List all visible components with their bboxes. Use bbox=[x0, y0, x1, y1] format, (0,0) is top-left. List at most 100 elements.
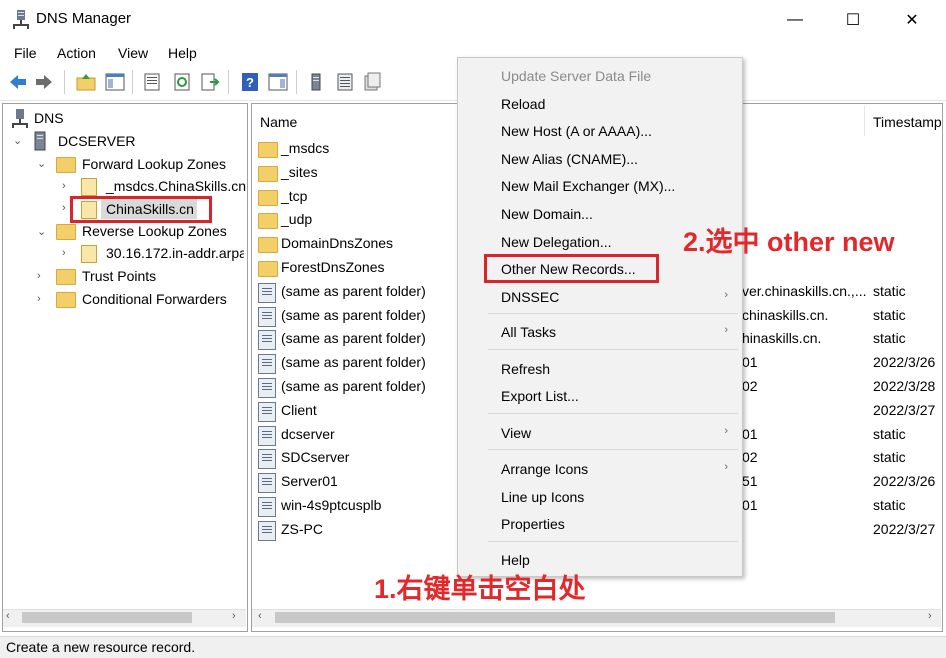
list-item-name[interactable]: (same as parent folder) bbox=[281, 330, 426, 346]
menu-new-alias[interactable]: New Alias (CNAME)... bbox=[501, 151, 638, 167]
tree-item-dcserver[interactable]: DCSERVER bbox=[58, 133, 136, 149]
list-item-name[interactable]: Server01 bbox=[281, 473, 338, 489]
server-icon bbox=[34, 131, 46, 151]
list-item-name[interactable]: DomainDnsZones bbox=[281, 235, 393, 251]
maximize-button[interactable]: ☐ bbox=[824, 0, 882, 40]
export-list-icon[interactable] bbox=[200, 72, 220, 92]
list-item-name[interactable]: ZS-PC bbox=[281, 521, 323, 537]
column-header-timestamp[interactable]: Timestamp bbox=[873, 114, 941, 130]
menu-all-tasks[interactable]: All Tasks bbox=[501, 324, 556, 340]
list-item-data: hinaskills.cn. bbox=[742, 330, 822, 346]
menu-new-mail-exchanger[interactable]: New Mail Exchanger (MX)... bbox=[501, 178, 675, 194]
tree-item-reverse-lookup-zones[interactable]: Reverse Lookup Zones bbox=[82, 223, 227, 239]
list-item-name[interactable]: (same as parent folder) bbox=[281, 354, 426, 370]
scroll-left-icon[interactable]: ‹ bbox=[258, 610, 262, 622]
list-item-name[interactable]: _msdcs bbox=[281, 140, 329, 156]
menu-help[interactable]: Help bbox=[501, 552, 530, 568]
list-item-name[interactable]: win-4s9ptcusplb bbox=[281, 497, 381, 513]
scroll-right-icon[interactable]: › bbox=[928, 610, 932, 622]
list-item-timestamp: 2022/3/27 bbox=[873, 402, 936, 418]
list-item-name[interactable]: (same as parent folder) bbox=[281, 378, 426, 394]
action-pane-icon[interactable] bbox=[268, 72, 288, 92]
up-folder-icon[interactable] bbox=[76, 72, 96, 92]
chevron-right-icon[interactable]: › bbox=[62, 202, 66, 214]
list-item-data: 01 bbox=[742, 354, 758, 370]
toolbar-separator bbox=[64, 70, 65, 94]
chevron-right-icon[interactable]: › bbox=[37, 293, 41, 305]
list-item-name[interactable]: dcserver bbox=[281, 426, 335, 442]
list-item-name[interactable]: _sites bbox=[281, 164, 318, 180]
folder-icon bbox=[56, 292, 76, 308]
scrollbar-thumb[interactable] bbox=[22, 612, 192, 623]
menu-export-list[interactable]: Export List... bbox=[501, 388, 579, 404]
menu-reload[interactable]: Reload bbox=[501, 96, 545, 112]
properties-sheet-icon[interactable] bbox=[142, 72, 162, 92]
folder-icon bbox=[56, 269, 76, 285]
scroll-left-icon[interactable]: ‹ bbox=[6, 610, 10, 622]
list-item-name[interactable]: (same as parent folder) bbox=[281, 283, 426, 299]
menu-properties[interactable]: Properties bbox=[501, 516, 565, 532]
help-icon[interactable]: ? bbox=[240, 72, 260, 92]
menu-view[interactable]: View bbox=[118, 45, 148, 61]
dns-root-icon bbox=[12, 109, 28, 128]
refresh-icon[interactable] bbox=[172, 72, 192, 92]
list-item-timestamp: 2022/3/26 bbox=[873, 354, 936, 370]
list-item-data: 01 bbox=[742, 497, 758, 513]
list-item-name[interactable]: SDCserver bbox=[281, 449, 349, 465]
menu-refresh[interactable]: Refresh bbox=[501, 361, 550, 377]
menu-new-delegation[interactable]: New Delegation... bbox=[501, 234, 612, 250]
annotation-step-1: 1.右键单击空白处 bbox=[374, 574, 586, 604]
tree-item-conditional-forwarders[interactable]: Conditional Forwarders bbox=[82, 291, 227, 307]
show-hide-tree-icon[interactable] bbox=[105, 72, 125, 92]
list-item-timestamp: 2022/3/28 bbox=[873, 378, 936, 394]
zone-file-icon[interactable] bbox=[362, 72, 382, 92]
tree-item-trust-points[interactable]: Trust Points bbox=[82, 268, 156, 284]
list-item-name[interactable]: (same as parent folder) bbox=[281, 307, 426, 323]
scrollbar-thumb[interactable] bbox=[275, 612, 835, 623]
folder-icon bbox=[56, 224, 76, 240]
scroll-right-icon[interactable]: › bbox=[232, 610, 236, 622]
zone-icon bbox=[81, 245, 97, 263]
menu-help[interactable]: Help bbox=[168, 45, 197, 61]
list-item-name[interactable]: Client bbox=[281, 402, 317, 418]
chevron-down-icon[interactable]: ⌄ bbox=[37, 225, 46, 238]
close-button[interactable]: ✕ bbox=[883, 0, 941, 40]
record-icon bbox=[258, 497, 276, 517]
list-item-timestamp: 2022/3/26 bbox=[873, 473, 936, 489]
record-icon bbox=[258, 378, 276, 398]
highlight-box-other-new-records bbox=[484, 254, 659, 283]
menu-action[interactable]: Action bbox=[57, 45, 96, 61]
menu-update-server-data-file[interactable]: Update Server Data File bbox=[501, 68, 651, 84]
menu-dnssec[interactable]: DNSSEC bbox=[501, 289, 559, 305]
chevron-down-icon[interactable]: ⌄ bbox=[13, 134, 22, 147]
record-list-icon[interactable] bbox=[335, 72, 355, 92]
menu-file[interactable]: File bbox=[14, 45, 37, 61]
tree-item-dns[interactable]: DNS bbox=[34, 110, 64, 126]
tree-item-msdcs-zone[interactable]: _msdcs.ChinaSkills.cn bbox=[106, 178, 246, 194]
record-icon bbox=[258, 402, 276, 422]
minimize-button[interactable]: — bbox=[766, 0, 824, 40]
menu-new-host[interactable]: New Host (A or AAAA)... bbox=[501, 123, 652, 139]
context-menu: Update Server Data File Reload New Host … bbox=[457, 57, 743, 577]
menu-new-domain[interactable]: New Domain... bbox=[501, 206, 593, 222]
chevron-right-icon[interactable]: › bbox=[62, 180, 66, 192]
menu-line-up-icons[interactable]: Line up Icons bbox=[501, 489, 584, 505]
svg-text:?: ? bbox=[246, 75, 254, 90]
chevron-right-icon[interactable]: › bbox=[37, 270, 41, 282]
chevron-right-icon[interactable]: › bbox=[62, 247, 66, 259]
list-item-timestamp: static bbox=[873, 497, 906, 513]
list-item-name[interactable]: _udp bbox=[281, 211, 312, 227]
menu-view[interactable]: View bbox=[501, 425, 531, 441]
column-header-name[interactable]: Name bbox=[260, 114, 297, 130]
tree-item-forward-lookup-zones[interactable]: Forward Lookup Zones bbox=[82, 156, 226, 172]
tree-item-reverse-zone[interactable]: 30.16.172.in-addr.arpa bbox=[106, 245, 244, 261]
folder-icon bbox=[56, 157, 76, 173]
list-item-name[interactable]: ForestDnsZones bbox=[281, 259, 384, 275]
menu-arrange-icons[interactable]: Arrange Icons bbox=[501, 461, 588, 477]
list-item-name[interactable]: _tcp bbox=[281, 188, 307, 204]
server-icon[interactable] bbox=[306, 72, 326, 92]
folder-icon bbox=[258, 166, 278, 182]
chevron-down-icon[interactable]: ⌄ bbox=[37, 157, 46, 170]
back-arrow-icon[interactable] bbox=[8, 72, 28, 92]
forward-arrow-icon[interactable] bbox=[34, 72, 54, 92]
